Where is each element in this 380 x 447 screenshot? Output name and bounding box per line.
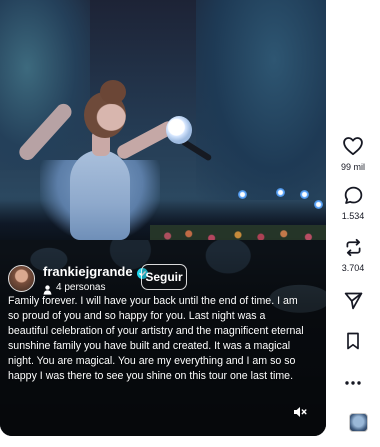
bookmark-icon — [347, 332, 359, 350]
comment-action: 1.534 — [326, 184, 380, 221]
action-rail: 99 mil 1.534 3.704 — [326, 0, 380, 447]
muted-speaker-icon — [294, 407, 307, 417]
music-thumbnail[interactable] — [349, 413, 368, 432]
heart-icon — [343, 137, 363, 156]
post-caption: Family forever. I will have your back un… — [8, 295, 304, 382]
background-trees — [196, 0, 326, 200]
performer-dress — [70, 150, 130, 240]
repost-action: 3.704 — [326, 236, 380, 273]
share-button[interactable] — [342, 289, 364, 311]
like-action: 99 mil — [326, 135, 380, 172]
save-action — [326, 330, 380, 352]
tagged-people[interactable]: 4 personas — [43, 281, 148, 295]
share-action — [326, 289, 380, 311]
people-count: 4 personas — [56, 281, 106, 293]
author-name[interactable]: frankiejgrande — [43, 264, 133, 279]
author-info: frankiejgrande 4 personas — [8, 262, 148, 295]
mute-button[interactable] — [291, 403, 309, 421]
performer-ponytail — [100, 80, 126, 104]
stage-light — [238, 190, 247, 199]
save-button[interactable] — [342, 330, 364, 352]
author-avatar[interactable] — [8, 264, 35, 292]
more-icon — [345, 381, 361, 385]
stage-light — [276, 188, 285, 197]
more-action — [326, 372, 380, 394]
microphone-hand — [166, 116, 192, 144]
stage-light — [314, 200, 323, 209]
more-button[interactable] — [342, 372, 364, 394]
stage-light — [300, 190, 309, 199]
person-icon — [43, 282, 52, 295]
repost-button[interactable] — [342, 236, 364, 258]
author-meta: frankiejgrande 4 personas — [43, 264, 148, 295]
send-icon — [344, 292, 362, 309]
follow-button[interactable]: Seguir — [141, 264, 187, 290]
like-count: 99 mil — [340, 162, 365, 172]
comment-button[interactable] — [342, 184, 364, 206]
like-button[interactable] — [342, 135, 364, 157]
background-foliage-left — [0, 0, 90, 170]
comment-icon — [344, 186, 362, 204]
comment-count: 1.534 — [341, 211, 365, 221]
repost-icon — [346, 238, 360, 256]
author-name-line: frankiejgrande — [43, 264, 148, 279]
repost-count: 3.704 — [341, 263, 365, 273]
